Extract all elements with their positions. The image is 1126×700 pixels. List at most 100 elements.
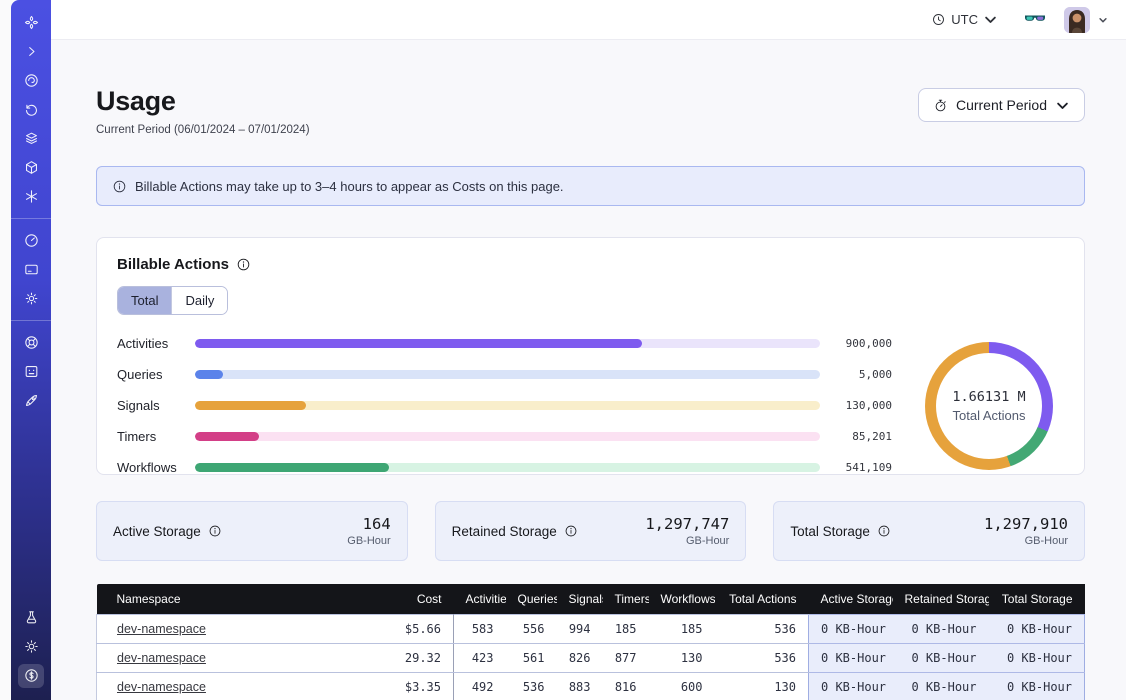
settings-gear-icon[interactable] — [18, 287, 44, 311]
value-cell: 536 — [715, 614, 809, 643]
storage-value-block: 1,297,910GB-Hour — [984, 515, 1068, 547]
history-icon[interactable] — [18, 98, 44, 122]
feedback-console-icon[interactable] — [18, 360, 44, 384]
storage-value: 1,297,747 — [645, 515, 729, 533]
bar-chart: Activities900,000Queries5,000Signals130,… — [117, 336, 892, 475]
chevron-down-icon — [983, 12, 998, 27]
storage-summary-row: Active Storage164GB-HourRetained Storage… — [96, 501, 1085, 561]
value-cell: 423 — [454, 643, 506, 672]
pricing-coin-icon[interactable] — [18, 664, 44, 688]
bar-fill — [195, 370, 223, 379]
value-cell: 0 KB-Hour — [809, 614, 893, 643]
value-cell: $5.66 — [357, 614, 454, 643]
bar-label: Activities — [117, 336, 195, 351]
value-cell: 0 KB-Hour — [893, 672, 989, 700]
sidebar-divider — [11, 320, 51, 321]
storage-card-label: Retained Storage — [452, 524, 578, 539]
column-header: Signals — [557, 584, 603, 614]
donut-total-value: 1.66131 M — [952, 389, 1025, 405]
namespaces-icon[interactable] — [18, 69, 44, 93]
value-cell: 816 — [603, 672, 649, 700]
value-cell: 994 — [557, 614, 603, 643]
value-cell: 536 — [506, 672, 557, 700]
chevron-down-icon — [1098, 15, 1108, 25]
value-cell: 130 — [715, 672, 809, 700]
rocket-icon[interactable] — [18, 389, 44, 413]
value-cell: 883 — [557, 672, 603, 700]
bar-fill — [195, 432, 259, 441]
value-cell: 600 — [649, 672, 715, 700]
value-cell: 536 — [715, 643, 809, 672]
bar-label: Queries — [117, 367, 195, 382]
table-row: dev-namespace$5.665835569941851855360 KB… — [97, 614, 1085, 643]
temporal-logo-icon[interactable] — [18, 11, 44, 35]
donut-center: 1.66131 M Total Actions — [925, 342, 1053, 470]
sidebar — [11, 0, 51, 700]
info-icon[interactable] — [208, 524, 222, 538]
storage-unit: GB-Hour — [645, 535, 729, 547]
billable-actions-card: Billable Actions Total Daily Activities9… — [96, 237, 1085, 475]
expand-chevron-icon[interactable] — [18, 40, 44, 64]
cube-icon[interactable] — [18, 156, 44, 180]
chevron-down-icon — [1055, 98, 1070, 113]
billable-actions-title: Billable Actions — [117, 256, 229, 273]
storage-card-label: Active Storage — [113, 524, 222, 539]
namespace-link[interactable]: dev-namespace — [117, 651, 206, 665]
value-cell: 492 — [454, 672, 506, 700]
bar-track — [195, 339, 820, 348]
billable-actions-title-row: Billable Actions — [117, 256, 1064, 273]
value-cell: 826 — [557, 643, 603, 672]
value-cell: 0 KB-Hour — [893, 643, 989, 672]
lab-flask-icon[interactable] — [18, 606, 44, 630]
theme-sun-icon[interactable] — [18, 635, 44, 659]
storage-card-label: Total Storage — [790, 524, 891, 539]
billing-card-icon[interactable] — [18, 258, 44, 282]
total-daily-tabs: Total Daily — [117, 286, 228, 315]
bar-row: Workflows541,109 — [117, 460, 892, 475]
tab-total[interactable]: Total — [118, 287, 171, 314]
value-cell: 0 KB-Hour — [809, 643, 893, 672]
donut-wrap: 1.66131 M Total Actions — [914, 342, 1064, 470]
column-header: Total Actions — [715, 584, 809, 614]
column-header: Activities — [454, 584, 506, 614]
namespace-link[interactable]: dev-namespace — [117, 622, 206, 636]
period-dropdown-button[interactable]: Current Period — [918, 88, 1085, 122]
avatar[interactable] — [1064, 7, 1090, 33]
glasses-icon[interactable] — [1024, 13, 1046, 27]
support-lifebuoy-icon[interactable] — [18, 331, 44, 355]
bar-track — [195, 463, 820, 472]
value-cell: 0 KB-Hour — [989, 614, 1085, 643]
storage-card: Total Storage 1,297,910GB-Hour — [773, 501, 1085, 561]
bar-row: Timers85,201 — [117, 429, 892, 444]
storage-label-text: Retained Storage — [452, 524, 557, 539]
timezone-selector[interactable]: UTC — [931, 12, 998, 27]
value-cell: 583 — [454, 614, 506, 643]
value-cell: 185 — [603, 614, 649, 643]
banner-text: Billable Actions may take up to 3–4 hour… — [135, 179, 564, 194]
info-icon[interactable] — [877, 524, 891, 538]
column-header: Workflows — [649, 584, 715, 614]
storage-unit: GB-Hour — [984, 535, 1068, 547]
storage-unit: GB-Hour — [347, 535, 390, 547]
value-cell: 185 — [649, 614, 715, 643]
stopwatch-icon — [933, 98, 948, 113]
namespace-cell: dev-namespace — [97, 643, 357, 672]
usage-gauge-icon[interactable] — [18, 229, 44, 253]
namespace-link[interactable]: dev-namespace — [117, 680, 206, 694]
page-header: Usage Current Period (06/01/2024 – 07/01… — [96, 86, 1085, 136]
layers-icon[interactable] — [18, 127, 44, 151]
column-header: Retained Storage — [893, 584, 989, 614]
asterisk-icon[interactable] — [18, 185, 44, 209]
account-menu-chevron[interactable] — [1098, 15, 1108, 25]
info-icon[interactable] — [564, 524, 578, 538]
tab-daily[interactable]: Daily — [171, 287, 227, 314]
value-cell: 877 — [603, 643, 649, 672]
donut-total-label: Total Actions — [953, 408, 1026, 423]
table-header-row: NamespaceCostActivitiesQueriesSignalsTim… — [97, 584, 1085, 614]
bar-label: Timers — [117, 429, 195, 444]
column-header: Queries — [506, 584, 557, 614]
value-cell: 556 — [506, 614, 557, 643]
bar-fill — [195, 401, 306, 410]
info-icon[interactable] — [236, 257, 251, 272]
column-header: Timers — [603, 584, 649, 614]
